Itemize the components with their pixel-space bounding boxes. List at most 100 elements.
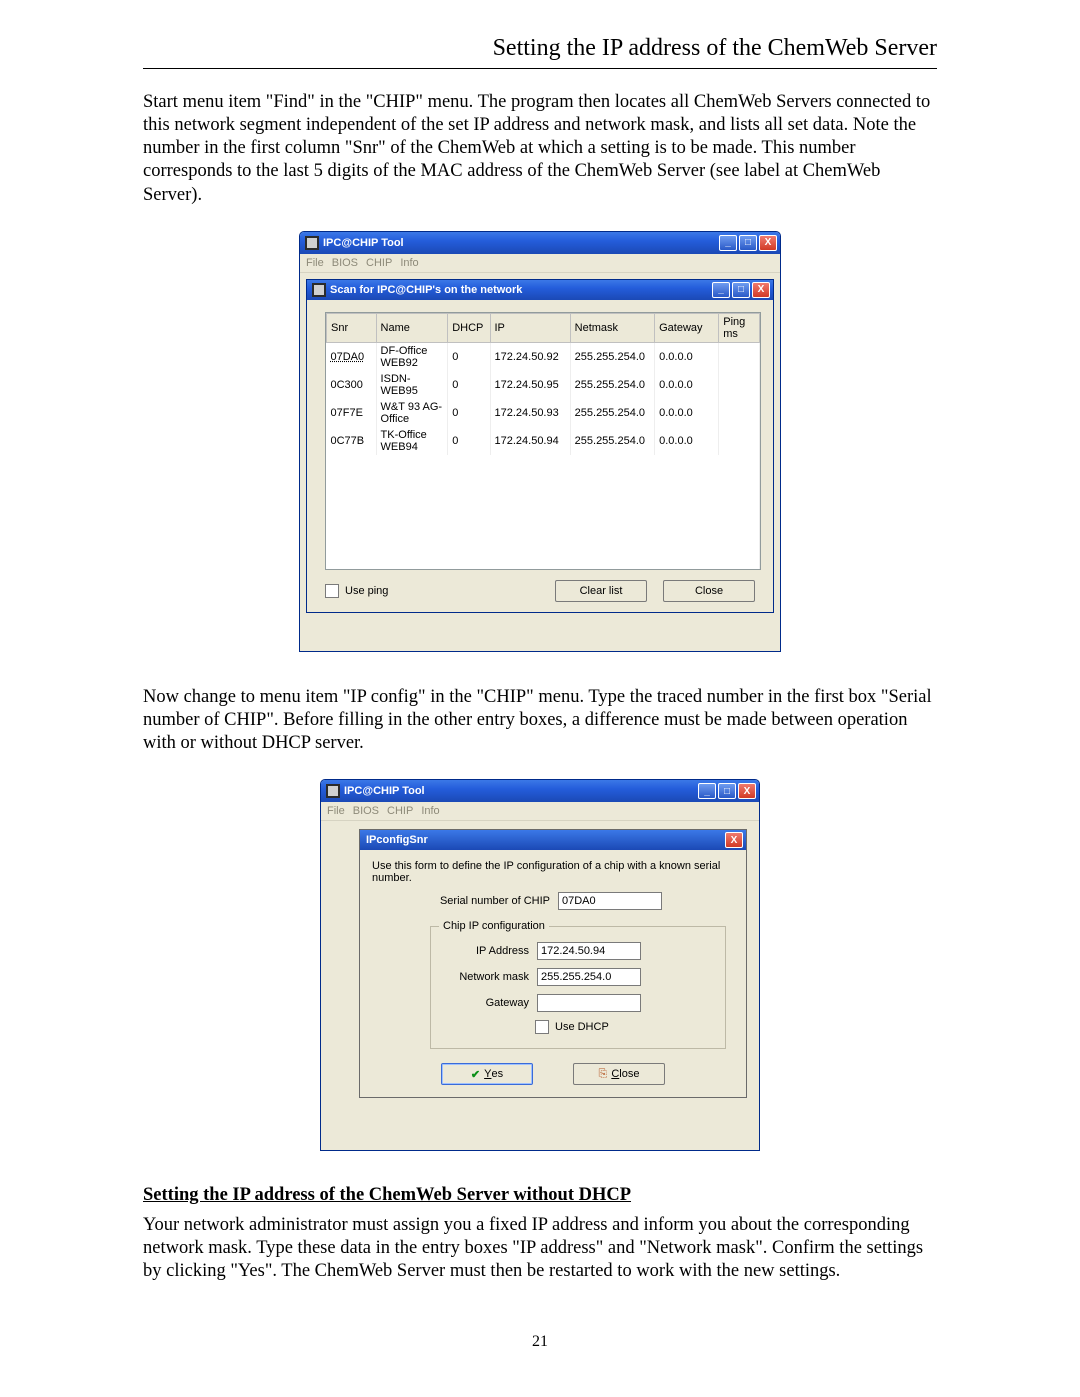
scan-maximize-button[interactable]: □ [732, 282, 750, 298]
gateway-input[interactable] [537, 994, 641, 1012]
titlebar-outer[interactable]: IPC@CHIP Tool _ □ X [300, 232, 780, 254]
checkbox-icon [535, 1020, 549, 1034]
cell-name: ISDN-WEB95 [376, 371, 448, 399]
menu-info[interactable]: Info [421, 805, 439, 817]
col-dhcp[interactable]: DHCP [448, 313, 490, 342]
menubar-2: File BIOS CHIP Info [321, 802, 759, 821]
menubar: File BIOS CHIP Info [300, 254, 780, 273]
ipconfig-dialog: IPconfigSnr X Use this form to define th… [359, 829, 747, 1098]
ip-address-input[interactable] [537, 942, 641, 960]
close-button[interactable]: X [738, 783, 756, 799]
window-title-2: IPC@CHIP Tool [344, 785, 698, 797]
paragraph-2: Now change to menu item "IP config" in t… [143, 686, 937, 755]
table-row[interactable]: 07F7E W&T 93 AG-Office 0 172.24.50.93 25… [327, 399, 760, 427]
screenshot-scan: IPC@CHIP Tool _ □ X File BIOS CHIP Info [143, 231, 937, 652]
menu-bios[interactable]: BIOS [353, 805, 379, 817]
table-header-row: Snr Name DHCP IP Netmask Gateway Ping ms [327, 313, 760, 342]
paragraph-1: Start menu item "Find" in the "CHIP" men… [143, 91, 937, 207]
yes-button[interactable]: ✔ Yes [441, 1063, 533, 1085]
group-legend: Chip IP configuration [439, 920, 549, 932]
window-title: IPC@CHIP Tool [323, 237, 719, 249]
clear-list-button[interactable]: Clear list [555, 580, 647, 602]
ipcchip-tool-window: IPC@CHIP Tool _ □ X File BIOS CHIP Info [299, 231, 781, 652]
cell-gw: 0.0.0.0 [655, 427, 719, 455]
app-icon [305, 236, 319, 250]
ip-label: IP Address [451, 945, 529, 957]
chip-ip-config-group: Chip IP configuration IP Address Network… [430, 920, 726, 1049]
cell-ping [719, 342, 760, 371]
close-label: C [611, 1068, 619, 1080]
cell-nm: 255.255.254.0 [570, 371, 654, 399]
menu-chip[interactable]: CHIP [387, 805, 413, 817]
col-gateway[interactable]: Gateway [655, 313, 719, 342]
ipconfig-description: Use this form to define the IP configura… [360, 850, 746, 888]
cell-nm: 255.255.254.0 [570, 342, 654, 371]
cell-dhcp: 0 [448, 399, 490, 427]
cell-dhcp: 0 [448, 427, 490, 455]
door-icon: ⎘ [599, 1068, 608, 1081]
cell-gw: 0.0.0.0 [655, 399, 719, 427]
ipcchip-tool-window-2: IPC@CHIP Tool _ □ X File BIOS CHIP Info … [320, 779, 760, 1151]
ipconfig-close-button[interactable]: X [725, 832, 743, 848]
checkbox-icon [325, 584, 339, 598]
use-dhcp-checkbox[interactable]: Use DHCP [535, 1020, 609, 1034]
app-icon [326, 784, 340, 798]
menu-chip[interactable]: CHIP [366, 257, 392, 269]
cell-snr: 07DA0 [327, 342, 377, 371]
maximize-button[interactable]: □ [739, 235, 757, 251]
minimize-button[interactable]: _ [698, 783, 716, 799]
titlebar-outer-2[interactable]: IPC@CHIP Tool _ □ X [321, 780, 759, 802]
menu-file[interactable]: File [306, 257, 324, 269]
cell-nm: 255.255.254.0 [570, 427, 654, 455]
cell-name: TK-Office WEB94 [376, 427, 448, 455]
screenshot-ipconfig: IPC@CHIP Tool _ □ X File BIOS CHIP Info … [143, 779, 937, 1151]
subheading: Setting the IP address of the ChemWeb Se… [143, 1185, 937, 1206]
menu-file[interactable]: File [327, 805, 345, 817]
close-ipconfig-button[interactable]: ⎘ Close [573, 1063, 665, 1085]
yes-label: Y [484, 1068, 491, 1080]
cell-name: DF-Office WEB92 [376, 342, 448, 371]
scan-window: Scan for IPC@CHIP's on the network _ □ X… [306, 279, 774, 613]
col-ip[interactable]: IP [490, 313, 570, 342]
paragraph-3: Your network administrator must assign y… [143, 1214, 937, 1283]
ipconfig-title: IPconfigSnr [366, 834, 428, 846]
scan-icon [312, 283, 326, 297]
yes-label-rest: es [491, 1068, 503, 1080]
col-name[interactable]: Name [376, 313, 448, 342]
close-label-rest: lose [619, 1068, 639, 1080]
table-row[interactable]: 0C77B TK-Office WEB94 0 172.24.50.94 255… [327, 427, 760, 455]
page-header: Setting the IP address of the ChemWeb Se… [143, 35, 937, 69]
table-row[interactable]: 07DA0 DF-Office WEB92 0 172.24.50.92 255… [327, 342, 760, 371]
col-ping[interactable]: Ping ms [719, 313, 760, 342]
gateway-label: Gateway [451, 997, 529, 1009]
scan-list[interactable]: Snr Name DHCP IP Netmask Gateway Ping ms [325, 312, 761, 570]
use-ping-checkbox[interactable]: Use ping [325, 584, 388, 598]
table-row[interactable]: 0C300 ISDN-WEB95 0 172.24.50.95 255.255.… [327, 371, 760, 399]
cell-ip: 172.24.50.92 [490, 342, 570, 371]
cell-gw: 0.0.0.0 [655, 342, 719, 371]
ipconfig-titlebar[interactable]: IPconfigSnr X [360, 830, 746, 850]
page-title: Setting the IP address of the ChemWeb Se… [493, 35, 937, 61]
cell-snr: 0C300 [327, 371, 377, 399]
scan-minimize-button[interactable]: _ [712, 282, 730, 298]
menu-info[interactable]: Info [400, 257, 418, 269]
close-button[interactable]: X [759, 235, 777, 251]
cell-gw: 0.0.0.0 [655, 371, 719, 399]
cell-ping [719, 399, 760, 427]
use-ping-label: Use ping [345, 585, 388, 597]
close-scan-button[interactable]: Close [663, 580, 755, 602]
scan-title: Scan for IPC@CHIP's on the network [330, 284, 712, 296]
cell-ip: 172.24.50.95 [490, 371, 570, 399]
cell-name: W&T 93 AG-Office [376, 399, 448, 427]
menu-bios[interactable]: BIOS [332, 257, 358, 269]
page-number: 21 [143, 1333, 937, 1351]
col-netmask[interactable]: Netmask [570, 313, 654, 342]
col-snr[interactable]: Snr [327, 313, 377, 342]
scan-close-button[interactable]: X [752, 282, 770, 298]
titlebar-scan[interactable]: Scan for IPC@CHIP's on the network _ □ X [307, 280, 773, 300]
cell-ping [719, 427, 760, 455]
maximize-button[interactable]: □ [718, 783, 736, 799]
minimize-button[interactable]: _ [719, 235, 737, 251]
network-mask-input[interactable] [537, 968, 641, 986]
serial-number-input[interactable] [558, 892, 662, 910]
